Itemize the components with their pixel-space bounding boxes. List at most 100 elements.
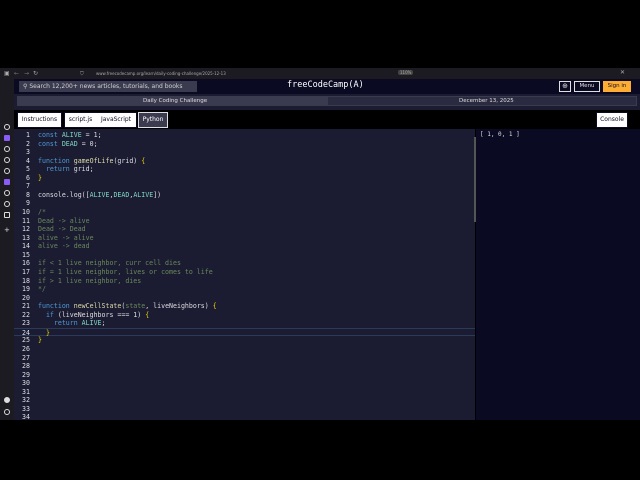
code-line[interactable]: 30	[14, 379, 475, 388]
line-number: 26	[22, 345, 30, 353]
code-line[interactable]: 7	[14, 182, 475, 191]
code-line[interactable]: 16 if < 1 live neighbor, curr cell dies	[14, 259, 475, 268]
code-line[interactable]: 15	[14, 251, 475, 260]
code-line[interactable]: 17 if = 1 live neighbor, lives or comes t…	[14, 268, 475, 277]
code-line[interactable]: 6}	[14, 174, 475, 183]
close-window-icon[interactable]: ✕	[620, 69, 625, 76]
code-token: */	[38, 285, 46, 294]
line-number: 9	[26, 199, 30, 208]
line-number: 31	[22, 387, 30, 396]
code-editor[interactable]: 1 const ALIVE = 1; 2 const DEAD = 0; 3 4 funct…	[14, 129, 476, 422]
sidebar-app-icon[interactable]	[4, 135, 10, 141]
code-line[interactable]: 25}	[14, 336, 475, 345]
code-line[interactable]: 11 Dead -> alive	[14, 217, 475, 226]
tab-javascript[interactable]: JavaScript	[96, 112, 137, 128]
forward-icon[interactable]: →	[24, 70, 29, 77]
code-line[interactable]: 33	[14, 405, 475, 414]
settings-icon[interactable]	[4, 397, 10, 403]
code-line[interactable]: 21 function newCellState(state, liveNeigh…	[14, 302, 475, 311]
code-line[interactable]: 26	[14, 345, 475, 354]
code-line[interactable]: 13 alive -> alive	[14, 234, 475, 243]
sidebar-toggle-icon[interactable]: ▣	[4, 70, 10, 77]
back-icon[interactable]: ←	[14, 70, 19, 77]
code-line[interactable]: 14 alive -> dead	[14, 242, 475, 251]
code-token: {	[212, 302, 217, 311]
sidebar-app-icon[interactable]	[4, 190, 10, 196]
code-line[interactable]: 4 function gameOfLife(grid) {	[14, 157, 475, 166]
code-line[interactable]: 23 return ALIVE;	[14, 319, 475, 328]
code-line[interactable]: 19 */	[14, 285, 475, 294]
code-line[interactable]: 8 console.log([ALIVE,DEAD,ALIVE])	[14, 191, 475, 200]
sidebar-app-icon[interactable]	[4, 201, 10, 207]
code-token: state	[125, 302, 146, 311]
line-number: 6	[26, 173, 30, 182]
sidebar-app-icon[interactable]	[4, 168, 10, 174]
code-line[interactable]: 20	[14, 294, 475, 303]
code-line[interactable]: 31	[14, 388, 475, 397]
reload-icon[interactable]: ↻	[33, 70, 38, 77]
code-line[interactable]: 2 const DEAD = 0;	[14, 140, 475, 149]
add-icon[interactable]: +	[4, 226, 10, 234]
code-text: /*	[38, 208, 46, 217]
line-number: 4	[26, 156, 30, 165]
code-token: (grid)	[113, 156, 142, 165]
sidebar-app-icon[interactable]	[4, 124, 10, 130]
code-token: if	[38, 310, 58, 319]
sidebar-app-icon[interactable]	[4, 409, 10, 415]
tab-python[interactable]: Python	[138, 112, 168, 128]
code-line[interactable]: 5 return grid;	[14, 165, 475, 174]
code-line[interactable]: 9	[14, 199, 475, 208]
sidebar-app-icon[interactable]	[4, 212, 10, 218]
line-number: 12	[22, 225, 30, 234]
code-line[interactable]: 32	[14, 396, 475, 405]
url-bar[interactable]: www.freecodecamp.org/learn/daily-coding-…	[96, 71, 226, 76]
sidebar-app-icon[interactable]	[4, 146, 10, 152]
line-number: 28	[22, 362, 30, 371]
code-token: }	[38, 336, 42, 345]
code-token: if = 1 live neighbor, lives or comes to …	[38, 267, 213, 276]
line-number: 15	[22, 250, 30, 259]
code-token: /*	[38, 208, 46, 217]
code-line[interactable]: 12 Dead -> Dead	[14, 225, 475, 234]
code-line[interactable]: 22 if (liveNeighbors === 1) {	[14, 311, 475, 320]
zoom-level[interactable]: 110%	[398, 70, 414, 75]
code-line[interactable]: 27	[14, 354, 475, 363]
tab-instructions[interactable]: Instructions	[17, 112, 62, 128]
code-token: ALIVE	[61, 131, 82, 139]
code-token: ALIVE	[81, 319, 102, 328]
sidebar-app-icon[interactable]	[4, 179, 10, 185]
code-token: Dead -> Dead	[38, 225, 86, 234]
code-token: if > 1 live neighbor, dies	[38, 276, 142, 285]
code-text: console.log([ALIVE,DEAD,ALIVE])	[38, 191, 161, 200]
code-line[interactable]: 28	[14, 362, 475, 371]
sidebar-app-icon[interactable]	[4, 157, 10, 163]
line-number: 25	[22, 336, 30, 345]
signin-button[interactable]: Sign in	[603, 81, 631, 92]
language-globe-icon[interactable]: ⊕	[559, 81, 571, 92]
code-line[interactable]: 24 }	[14, 327, 475, 337]
code-line[interactable]: 3	[14, 148, 475, 157]
line-number: 3	[26, 148, 30, 157]
code-token: }	[38, 173, 42, 182]
console-panel: [ 1, 0, 1 ]	[476, 129, 640, 420]
menu-button[interactable]: Menu	[574, 81, 600, 92]
line-number: 30	[22, 379, 30, 388]
code-line[interactable]: 34	[14, 413, 475, 422]
tab-console[interactable]: Console	[596, 112, 628, 128]
search-input[interactable]: ⚲ Search 12,200+ news articles, tutorial…	[19, 81, 197, 92]
code-text: */	[38, 285, 46, 294]
shield-icon: ⛉	[80, 71, 84, 77]
line-number: 32	[22, 396, 30, 405]
code-line[interactable]: 1 const ALIVE = 1;	[14, 131, 475, 140]
challenge-title: Daily Coding Challenge	[143, 98, 208, 104]
code-text: Dead -> Dead	[38, 225, 86, 234]
code-line[interactable]: 18 if > 1 live neighbor, dies	[14, 277, 475, 286]
logo[interactable]: freeCodeCamp(A)	[287, 80, 364, 90]
code-line[interactable]: 29	[14, 371, 475, 380]
tab-script-js[interactable]: script.js	[64, 112, 97, 128]
code-line[interactable]: 10 /*	[14, 208, 475, 217]
line-number: 33	[22, 404, 30, 413]
code-text: alive -> dead	[38, 242, 90, 251]
code-token: , liveNeighbors)	[145, 302, 213, 311]
line-number: 11	[22, 216, 30, 225]
